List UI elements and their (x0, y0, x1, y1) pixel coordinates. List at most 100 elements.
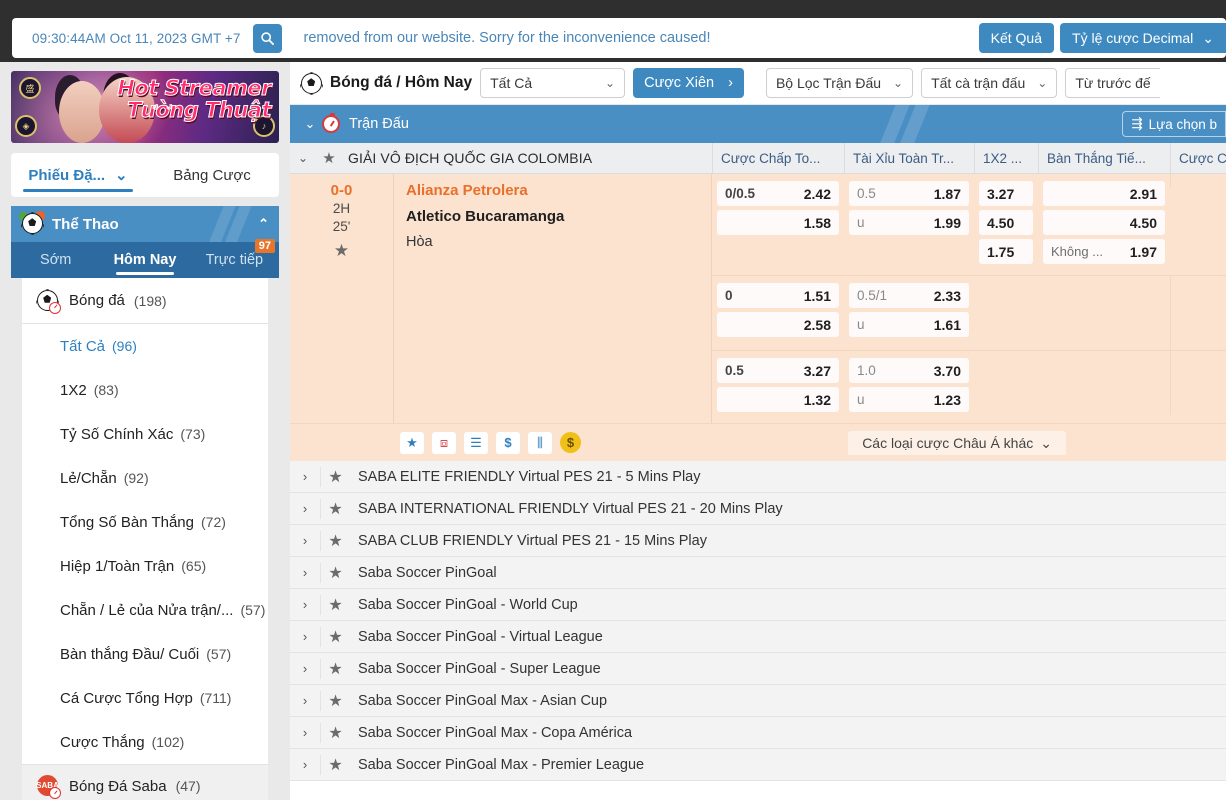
sidebar-item-half-full[interactable]: Hiệp 1/Toàn Trận (65) (22, 544, 268, 588)
sidebar-item-all[interactable]: Tất Cả (96) (22, 324, 268, 368)
odds-cell[interactable]: 0.5 3.27 (717, 358, 839, 383)
all-matches-select[interactable]: Tất cà trận đấu ⌄ (921, 68, 1058, 98)
promo-banner[interactable]: 盛 ◈ ♪ Hot Streamer Tường Thuật (11, 71, 279, 143)
column-over-under[interactable]: Tài Xỉu Toàn Tr... (844, 143, 974, 173)
results-button[interactable]: Kết Quả (978, 23, 1055, 53)
collapse-section-icon[interactable]: ⌄ (298, 116, 322, 132)
list-item[interactable]: › ★ Saba Soccer PinGoal Max - Premier Le… (290, 749, 1226, 781)
section-band-text: Trận Đấu (349, 116, 409, 132)
odds-cell[interactable]: 2.58 (717, 312, 839, 337)
expand-icon[interactable]: › (290, 757, 320, 772)
sports-header[interactable]: Thể Thao ⌃ (11, 206, 279, 242)
sidebar-item-half-odd-even-count: (57) (240, 602, 266, 618)
coin-dollar-icon[interactable]: $ (560, 432, 581, 453)
expand-icon[interactable]: › (290, 501, 320, 516)
expand-icon[interactable]: › (290, 469, 320, 484)
sub-tab-early[interactable]: Sớm (11, 242, 100, 278)
column-both-teams-score[interactable]: Bàn Thắng Tiế... (1038, 143, 1170, 173)
expand-icon[interactable]: › (290, 565, 320, 580)
expand-icon[interactable]: › (290, 597, 320, 612)
favorite-star-icon[interactable]: ★ (320, 722, 350, 743)
search-icon[interactable] (252, 23, 282, 53)
pitch-icon[interactable]: ⧈ (432, 431, 456, 454)
odds-cell[interactable]: u 1.61 (849, 312, 969, 337)
favorite-star-icon[interactable]: ★ (320, 466, 350, 487)
sidebar-item-saba-football[interactable]: SABA Bóng Đá Saba (47) (22, 764, 268, 800)
sidebar-item-odd-even[interactable]: Lẻ/Chẵn (92) (22, 456, 268, 500)
favorite-star-icon[interactable]: ★ (320, 754, 350, 775)
sub-tab-live[interactable]: Trực tiếp 97 (190, 239, 279, 278)
list-item[interactable]: › ★ Saba Soccer PinGoal - World Cup (290, 589, 1226, 621)
odds-cell[interactable]: 0.5/1 2.33 (849, 283, 969, 308)
list-item[interactable]: › ★ Saba Soccer PinGoal Max - Copa Améri… (290, 717, 1226, 749)
stats-list-icon[interactable]: ☰ (464, 431, 488, 454)
expand-icon[interactable]: › (290, 661, 320, 676)
favorite-star-icon[interactable]: ★ (320, 562, 350, 583)
odds-cell[interactable]: 0/0.5 2.42 (717, 181, 839, 206)
sidebar-item-first-last-goal[interactable]: Bàn thắng Đầu/ Cuối (57) (22, 632, 268, 676)
favorite-star-icon[interactable]: ★ (320, 530, 350, 551)
sidebar-item-mix-parlay[interactable]: Cá Cược Tổng Hợp (711) (22, 676, 268, 720)
column-1x2[interactable]: 1X2 ... (974, 143, 1038, 173)
collapse-league-icon[interactable]: ⌄ (290, 151, 316, 165)
sidebar-item-football[interactable]: Bóng đá (198) (22, 278, 268, 324)
more-asian-markets-button[interactable]: Các loại cược Châu Á khác ⌄ (848, 431, 1066, 455)
chevron-down-icon: ⌄ (1202, 29, 1214, 46)
odds-cell[interactable]: 4.50 (979, 210, 1033, 235)
expand-icon[interactable]: › (290, 725, 320, 740)
sidebar-item-1x2[interactable]: 1X2 (83) (22, 368, 268, 412)
column-correct-score[interactable]: Cược Ch (1170, 143, 1226, 173)
favorite-star-icon[interactable]: ★ (316, 149, 342, 167)
sidebar-item-correct-score[interactable]: Tỷ Số Chính Xác (73) (22, 412, 268, 456)
expand-icon[interactable]: › (290, 693, 320, 708)
sidebar-item-outright[interactable]: Cược Thắng (102) (22, 720, 268, 764)
list-item[interactable]: › ★ SABA INTERNATIONAL FRIENDLY Virtual … (290, 493, 1226, 525)
odds-cell[interactable]: Không ... 1.97 (1043, 239, 1165, 264)
list-item[interactable]: › ★ Saba Soccer PinGoal - Virtual League (290, 621, 1226, 653)
cashout-dollar-icon[interactable]: $ (496, 431, 520, 454)
favorite-star-icon[interactable]: ★ (320, 594, 350, 615)
odds-cell[interactable]: 0 1.51 (717, 283, 839, 308)
list-item[interactable]: › ★ SABA ELITE FRIENDLY Virtual PES 21 -… (290, 461, 1226, 493)
list-item[interactable]: › ★ Saba Soccer PinGoal - Super League (290, 653, 1226, 685)
odds-cell[interactable]: 1.0 3.70 (849, 358, 969, 383)
column-handicap[interactable]: Cược Chấp To... (712, 143, 844, 173)
favorite-star-icon[interactable]: ★ (320, 658, 350, 679)
odds-cell[interactable]: 1.75 (979, 239, 1033, 264)
parlay-button[interactable]: Cược Xiên › (633, 68, 744, 98)
odds-cell[interactable]: 1.32 (717, 387, 839, 412)
match-filter-select[interactable]: Bộ Lọc Trận Đấu ⌄ (765, 68, 914, 98)
odds-col-correct-score (1170, 174, 1226, 188)
chevron-down-icon: ⌄ (893, 76, 904, 90)
favorite-star-icon[interactable]: ★ (320, 690, 350, 711)
favorite-star-icon[interactable]: ★ (334, 241, 349, 261)
sidebar-item-total-goals[interactable]: Tổng Số Bàn Thắng (72) (22, 500, 268, 544)
bar-chart-icon[interactable]: ⫼ (528, 431, 552, 454)
expand-icon[interactable]: › (290, 533, 320, 548)
odds-format-dropdown[interactable]: Tỷ lệ cược Decimal ⌄ (1060, 23, 1226, 53)
odds-cell[interactable]: u 1.99 (849, 210, 969, 235)
odds-cell[interactable]: 4.50 (1043, 210, 1165, 235)
expand-icon[interactable]: › (290, 629, 320, 644)
market-nav-list: Bóng đá (198) Tất Cả (96) 1X2 (83) Tỷ Số… (22, 278, 268, 800)
favorite-star-icon[interactable]: ★ (320, 626, 350, 647)
odds-cell[interactable]: 0.5 1.87 (849, 181, 969, 206)
match-type-select[interactable]: Tất Cả ⌄ (480, 68, 626, 98)
list-item[interactable]: › ★ Saba Soccer PinGoal (290, 557, 1226, 589)
sub-tab-today[interactable]: Hôm Nay (100, 242, 189, 278)
odds-cell[interactable]: 1.58 (717, 210, 839, 235)
tab-bet-slip[interactable]: Phiếu Đặ... ⌄ (11, 153, 145, 197)
sidebar-item-outright-label: Cược Thắng (60, 733, 145, 751)
odds-cell[interactable]: 2.91 (1043, 181, 1165, 206)
favorite-star-icon[interactable]: ★ (400, 431, 424, 454)
tab-bet-list[interactable]: Bảng Cược (145, 153, 279, 197)
time-range-select[interactable]: Từ trước đế (1065, 68, 1160, 98)
chevron-up-icon[interactable]: ⌃ (258, 216, 269, 232)
list-item[interactable]: › ★ SABA CLUB FRIENDLY Virtual PES 21 - … (290, 525, 1226, 557)
sidebar-item-half-odd-even[interactable]: Chẵn / Lẻ của Nửa trận/... (57) (22, 588, 268, 632)
odds-cell[interactable]: u 1.23 (849, 387, 969, 412)
favorite-star-icon[interactable]: ★ (320, 498, 350, 519)
list-item[interactable]: › ★ Saba Soccer PinGoal Max - Asian Cup (290, 685, 1226, 717)
odds-cell[interactable]: 3.27 (979, 181, 1033, 206)
sort-options-button[interactable]: ⇶ Lựa chọn b (1122, 111, 1226, 137)
